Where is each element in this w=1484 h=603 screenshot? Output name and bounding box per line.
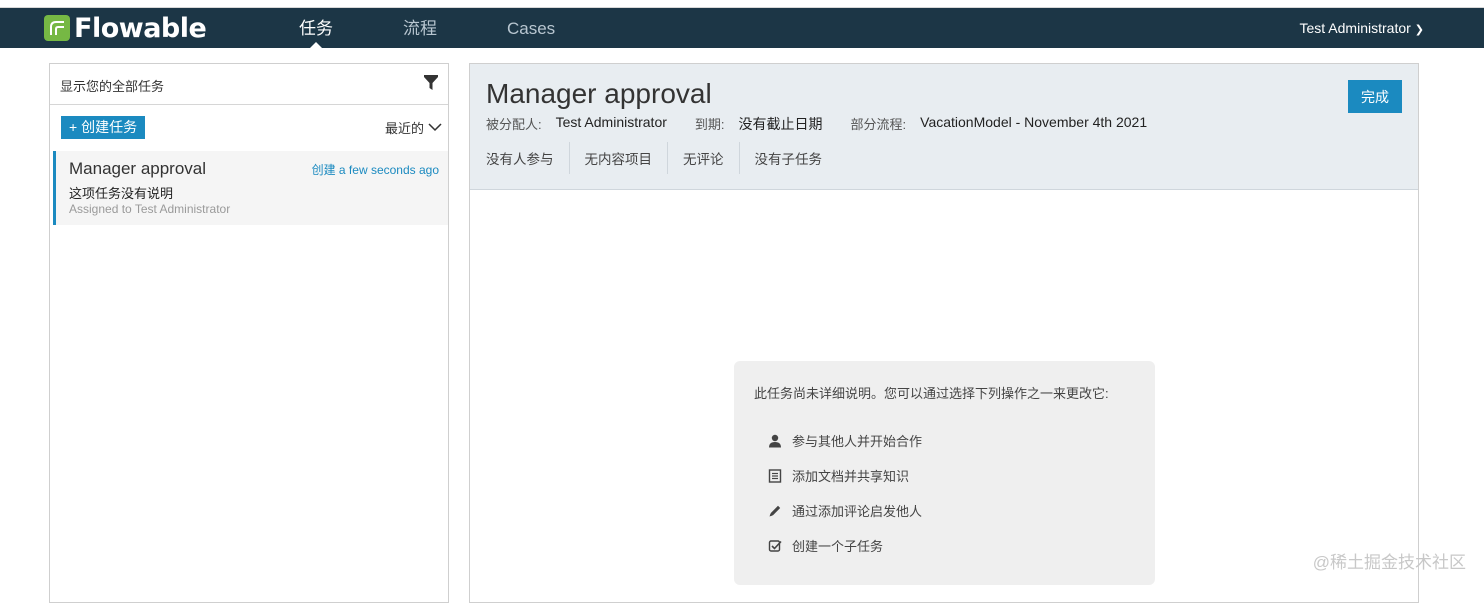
- action-add-document[interactable]: 添加文档并共享知识: [768, 466, 909, 485]
- tab-subtasks[interactable]: 没有子任务: [740, 142, 838, 174]
- action-label: 参与其他人并开始合作: [792, 434, 923, 449]
- chevron-down-icon: [428, 123, 442, 132]
- tab-people[interactable]: 没有人参与: [470, 142, 570, 174]
- sort-select[interactable]: 最近的: [385, 118, 442, 137]
- due-value[interactable]: 没有截止日期: [739, 114, 823, 134]
- complete-button[interactable]: 完成: [1348, 80, 1402, 113]
- nav-tab-cases[interactable]: Cases: [507, 8, 555, 48]
- tab-content[interactable]: 无内容项目: [570, 142, 668, 174]
- user-icon: [769, 434, 781, 447]
- user-menu[interactable]: Test Administrator ❯: [1300, 8, 1424, 48]
- action-label: 添加文档并共享知识: [792, 469, 910, 484]
- task-item-created: 创建 a few seconds ago: [311, 163, 439, 177]
- top-strip: [0, 0, 1484, 8]
- assignee-label: 被分配人:: [486, 117, 542, 132]
- empty-help-text: 此任务尚未详细说明。您可以通过选择下列操作之一来更改它:: [754, 386, 1109, 401]
- task-item-description: 这项任务没有说明: [69, 186, 174, 201]
- action-add-comment[interactable]: 通过添加评论启发他人: [768, 501, 922, 520]
- tab-comments[interactable]: 无评论: [668, 142, 740, 174]
- task-item-assignee: Assigned to Test Administrator: [69, 202, 231, 216]
- task-list-panel: 显示您的全部任务 + 创建任务 最近的 Manager approval 创建 …: [49, 63, 449, 603]
- process-label: 部分流程:: [850, 117, 907, 132]
- task-sub-tabs: 没有人参与 无内容项目 无评论 没有子任务: [470, 142, 837, 174]
- action-label: 创建一个子任务: [792, 539, 884, 554]
- empty-task-help-box: 此任务尚未详细说明。您可以通过选择下列操作之一来更改它: 参与其他人并开始合作 …: [734, 361, 1155, 585]
- task-detail-panel: Manager approval 完成 被分配人: Test Administr…: [469, 63, 1419, 603]
- checkbox-icon: [768, 539, 782, 552]
- task-item-title: Manager approval: [69, 159, 207, 178]
- logo-text: Flowable: [74, 12, 207, 44]
- assignee-value[interactable]: Test Administrator: [556, 114, 667, 134]
- top-navbar: Flowable 任务 流程 Cases Test Administrator ❯: [0, 8, 1484, 49]
- document-icon: [768, 468, 782, 483]
- process-value[interactable]: VacationModel - November 4th 2021: [920, 114, 1147, 134]
- due-label: 到期:: [694, 117, 725, 132]
- user-name: Test Administrator: [1299, 20, 1411, 36]
- task-filter-bar[interactable]: 显示您的全部任务: [50, 64, 448, 105]
- pencil-icon: [769, 505, 781, 516]
- flowable-logo[interactable]: Flowable: [44, 12, 207, 44]
- nav-tab-tasks[interactable]: 任务: [299, 8, 333, 49]
- flowable-logo-icon: [44, 15, 70, 41]
- task-detail-title: Manager approval: [486, 78, 712, 109]
- chevron-down-icon: ❯: [1414, 24, 1424, 36]
- create-task-button[interactable]: + 创建任务: [61, 116, 146, 139]
- nav-tab-processes[interactable]: 流程: [403, 8, 437, 48]
- task-meta-row: 被分配人: Test Administrator 到期: 没有截止日期 部分流程…: [486, 114, 1175, 134]
- action-label: 通过添加评论启发他人: [792, 504, 923, 519]
- filter-icon[interactable]: [424, 75, 438, 91]
- action-involve-people[interactable]: 参与其他人并开始合作: [768, 431, 922, 450]
- task-detail-header: Manager approval 完成 被分配人: Test Administr…: [470, 64, 1418, 190]
- task-list-item[interactable]: Manager approval 创建 a few seconds ago 这项…: [53, 151, 448, 225]
- filter-text: 显示您的全部任务: [60, 79, 165, 94]
- sort-label: 最近的: [384, 121, 424, 136]
- action-create-subtask[interactable]: 创建一个子任务: [768, 536, 883, 555]
- watermark: @稀土掘金技术社区: [1312, 553, 1466, 572]
